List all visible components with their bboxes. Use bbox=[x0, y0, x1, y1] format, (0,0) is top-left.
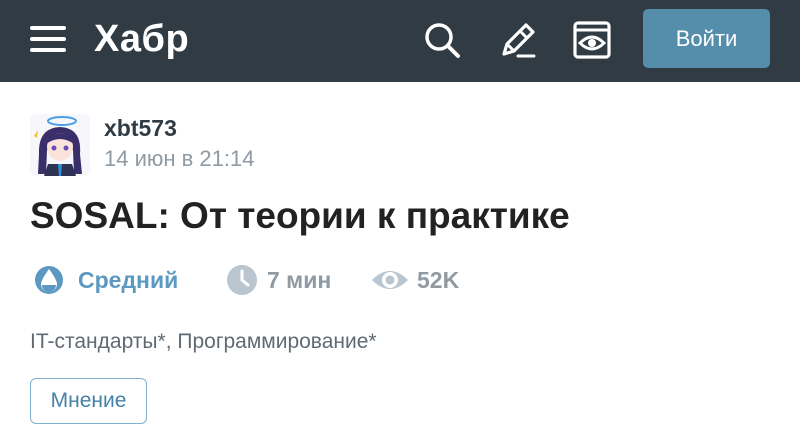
views-label: 52K bbox=[417, 267, 460, 293]
top-bar: Хабр Войти bbox=[0, 0, 800, 82]
hub-link[interactable]: IT-стандарты* bbox=[30, 330, 166, 353]
logo[interactable]: Хабр bbox=[94, 16, 189, 62]
difficulty-label: Средний bbox=[78, 267, 179, 293]
difficulty: Средний bbox=[30, 262, 200, 298]
avatar[interactable] bbox=[30, 114, 90, 176]
hub-link[interactable]: Программирование* bbox=[177, 330, 376, 353]
author-name[interactable]: xbt573 bbox=[104, 113, 177, 143]
read-time: 7 мин bbox=[226, 262, 346, 298]
publish-date: 14 июн в 21:14 bbox=[104, 146, 255, 171]
clock-icon bbox=[227, 265, 257, 295]
read-time-label: 7 мин bbox=[267, 267, 332, 293]
difficulty-icon bbox=[35, 266, 63, 294]
post-type-badge[interactable]: Мнение bbox=[30, 378, 147, 424]
write-icon[interactable] bbox=[496, 18, 540, 62]
hubs-list: IT-стандарты*, Программирование* bbox=[30, 328, 377, 356]
search-icon[interactable] bbox=[420, 18, 464, 62]
eye-icon bbox=[372, 271, 408, 289]
views: 52K bbox=[370, 262, 480, 298]
menu-icon[interactable] bbox=[30, 24, 66, 54]
hub-separator: , bbox=[165, 330, 178, 353]
login-button[interactable]: Войти bbox=[643, 9, 770, 68]
post-title[interactable]: SOSAL: От теории к практике bbox=[30, 192, 570, 240]
reading-mode-icon[interactable] bbox=[570, 18, 614, 62]
